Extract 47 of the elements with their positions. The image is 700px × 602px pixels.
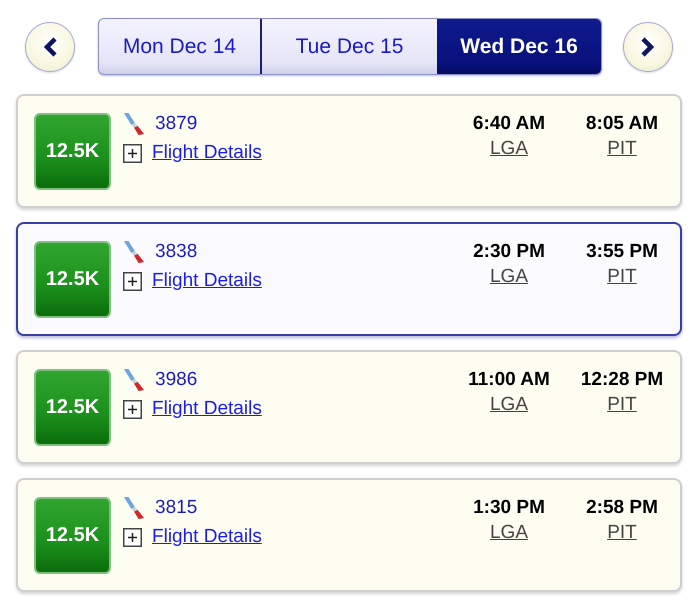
flight-number: 3879	[155, 112, 198, 134]
arrival-airport-link[interactable]: PIT	[607, 266, 637, 288]
chevron-left-icon	[43, 36, 57, 56]
flight-number: 3815	[155, 496, 198, 518]
arrival-time: 2:58 PM	[586, 497, 658, 519]
logo-icon	[123, 496, 145, 520]
date-tab[interactable]: Wed Dec 16	[437, 19, 601, 74]
flight-details-link[interactable]: Flight Details	[152, 270, 262, 292]
flight-details-link[interactable]: Flight Details	[152, 526, 262, 548]
logo-icon	[123, 368, 145, 392]
logo-icon	[123, 240, 145, 264]
arrival-airport-link[interactable]: PIT	[607, 394, 637, 416]
flight-details-link[interactable]: Flight Details	[152, 142, 262, 164]
expand-plus-icon[interactable]	[123, 272, 142, 291]
arrival-time: 8:05 AM	[586, 113, 658, 135]
flight-number: 3986	[155, 368, 198, 390]
flight-number: 3838	[155, 240, 198, 262]
departure-time: 6:40 AM	[472, 113, 546, 135]
date-tab[interactable]: Tue Dec 15	[262, 19, 437, 74]
arrival-airport-link[interactable]: PIT	[607, 138, 637, 160]
price-button[interactable]: 12.5K	[34, 241, 111, 318]
price-button[interactable]: 12.5K	[34, 497, 111, 574]
price-button[interactable]: 12.5K	[34, 113, 111, 190]
arrival-time: 3:55 PM	[586, 241, 658, 263]
arrival-time: 12:28 PM	[580, 369, 664, 391]
price-button[interactable]: 12.5K	[34, 369, 111, 446]
departure-airport-link[interactable]: LGA	[490, 138, 528, 160]
departure-airport-link[interactable]: LGA	[490, 522, 528, 544]
logo-icon	[123, 112, 145, 136]
next-day-button[interactable]	[623, 22, 673, 72]
expand-plus-icon[interactable]	[123, 400, 142, 419]
flight-card[interactable]: 12.5K 3879 Flight Details 6:40 AM LGA 8:05 AM PIT	[16, 94, 682, 208]
departure-airport-link[interactable]: LGA	[490, 394, 528, 416]
flight-card[interactable]: 12.5K 3815 Flight Details 1:30 PM LGA 2:58 PM PIT	[16, 478, 682, 592]
arrival-airport-link[interactable]: PIT	[607, 522, 637, 544]
date-tab[interactable]: Mon Dec 14	[99, 19, 262, 74]
departure-time: 2:30 PM	[473, 241, 545, 263]
flight-card[interactable]: 12.5K 3986 Flight Details 11:00 AM LGA 12:28 PM PIT	[16, 350, 682, 464]
expand-plus-icon[interactable]	[123, 528, 142, 547]
chevron-right-icon	[641, 36, 655, 56]
expand-plus-icon[interactable]	[123, 144, 142, 163]
departure-time: 11:00 AM	[468, 369, 550, 391]
previous-day-button[interactable]	[25, 22, 75, 72]
departure-time: 1:30 PM	[473, 497, 545, 519]
flight-card[interactable]: 12.5K 3838 Flight Details 2:30 PM LGA 3:55 PM PIT	[16, 222, 682, 336]
departure-airport-link[interactable]: LGA	[490, 266, 528, 288]
flight-details-link[interactable]: Flight Details	[152, 398, 262, 420]
